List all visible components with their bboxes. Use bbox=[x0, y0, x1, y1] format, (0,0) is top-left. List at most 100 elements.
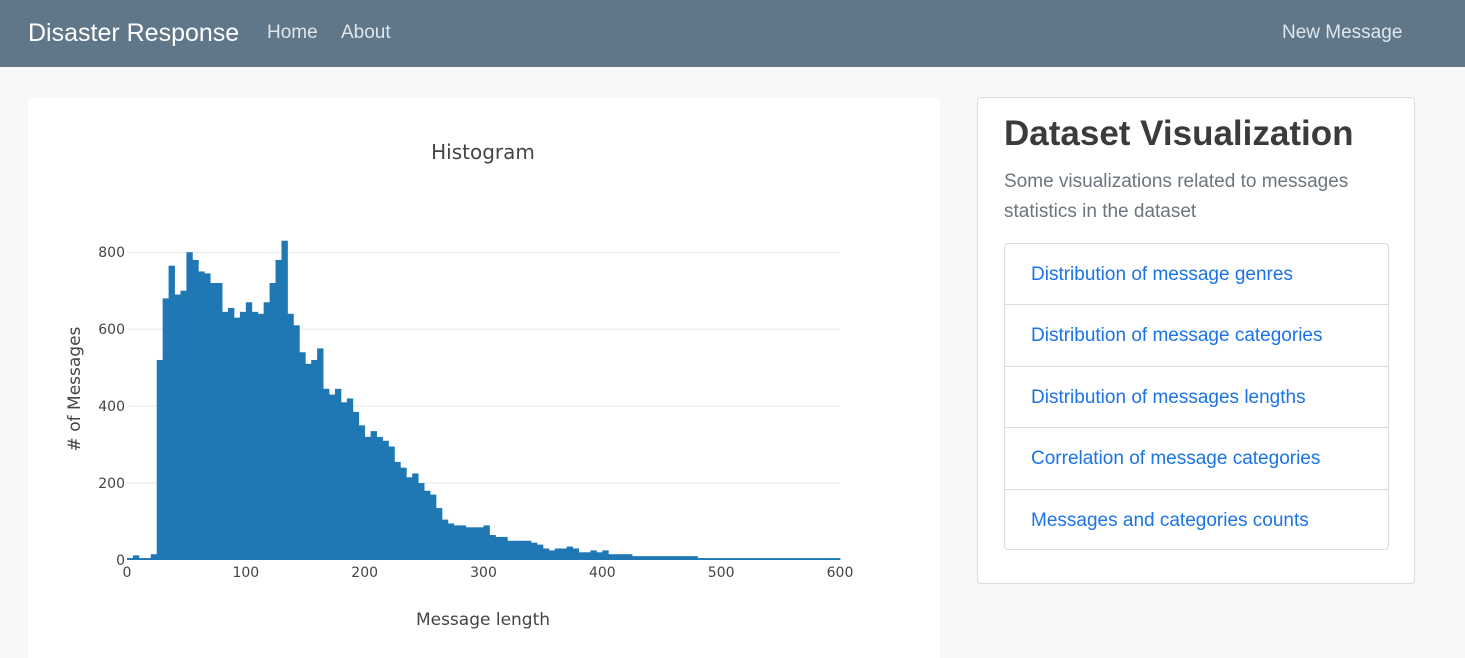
histogram-bar bbox=[204, 273, 211, 560]
y-tick-label: 400 bbox=[98, 399, 125, 415]
dataset-visualization-card: Dataset Visualization Some visualization… bbox=[977, 97, 1415, 584]
histogram-bar bbox=[572, 548, 579, 560]
histogram-bar bbox=[733, 558, 740, 560]
histogram-bar bbox=[263, 302, 270, 560]
card-title: Dataset Visualization bbox=[1004, 114, 1354, 153]
y-axis-title: # of Messages bbox=[65, 326, 85, 451]
histogram-bar bbox=[364, 436, 372, 560]
histogram-bar bbox=[424, 490, 431, 560]
histogram-bar bbox=[614, 554, 621, 560]
x-tick-label: 600 bbox=[827, 565, 854, 581]
nav-home-link[interactable]: Home bbox=[267, 22, 318, 44]
histogram-bar bbox=[637, 556, 645, 560]
list-item-categories[interactable]: Distribution of message categories bbox=[1005, 305, 1388, 367]
histogram-bar bbox=[709, 558, 716, 560]
histogram-bar bbox=[412, 473, 419, 560]
list-item-counts[interactable]: Messages and categories counts bbox=[1005, 490, 1388, 549]
histogram-bar bbox=[608, 554, 615, 560]
histogram-bar bbox=[519, 540, 526, 560]
histogram-bar bbox=[804, 558, 811, 560]
x-tick-label: 0 bbox=[123, 565, 132, 581]
list-item-genres[interactable]: Distribution of message genres bbox=[1005, 244, 1388, 306]
histogram-bar bbox=[233, 317, 241, 560]
histogram-bar bbox=[590, 550, 597, 560]
histogram-bar bbox=[548, 550, 556, 560]
histogram-bar bbox=[447, 523, 455, 560]
histogram-bar bbox=[507, 540, 514, 560]
histogram-bar bbox=[210, 283, 217, 560]
histogram-bar bbox=[186, 252, 193, 560]
histogram-bar bbox=[245, 302, 253, 560]
histogram-bar bbox=[756, 558, 764, 560]
list-item-lengths[interactable]: Distribution of messages lengths bbox=[1005, 367, 1388, 429]
histogram-bar bbox=[715, 558, 722, 560]
histogram-bar bbox=[127, 558, 134, 560]
histogram-bar bbox=[822, 558, 829, 560]
histogram-bar bbox=[394, 461, 401, 560]
histogram-bar bbox=[418, 483, 425, 560]
histogram-bar bbox=[727, 558, 734, 560]
histogram-bar bbox=[703, 558, 710, 560]
navbar: Disaster Response Home About New Message bbox=[0, 0, 1465, 67]
histogram-bar bbox=[554, 548, 562, 560]
histogram-bar bbox=[477, 527, 484, 560]
histogram-bar bbox=[435, 508, 443, 560]
histogram-bar bbox=[792, 558, 799, 560]
histogram-bar bbox=[531, 542, 538, 560]
histogram-bar bbox=[192, 259, 199, 560]
histogram-bar bbox=[323, 388, 330, 560]
histogram-bar bbox=[317, 348, 324, 560]
histogram-bar bbox=[566, 546, 574, 560]
card-subtitle: Some visualizations related to messages … bbox=[1004, 171, 1349, 222]
visualization-list: Distribution of message genres Distribut… bbox=[1004, 243, 1389, 550]
histogram-bar bbox=[334, 388, 342, 560]
histogram-bar bbox=[697, 558, 704, 560]
histogram-bar bbox=[269, 283, 276, 560]
histogram-bar bbox=[311, 359, 318, 560]
histogram-bar bbox=[168, 265, 175, 560]
histogram-bar bbox=[584, 552, 591, 560]
histogram-chart: 02004006008000 100 200 300 400 500 600 Histogr… bbox=[65, 140, 854, 630]
histogram-bar bbox=[180, 290, 187, 560]
histogram-bar bbox=[744, 558, 752, 560]
nav-about-link[interactable]: About bbox=[341, 22, 391, 44]
histogram-bar bbox=[138, 558, 146, 560]
histogram-bar bbox=[471, 527, 478, 560]
histogram-bar bbox=[382, 440, 389, 560]
histogram-bar bbox=[667, 556, 675, 560]
histogram-bar bbox=[685, 556, 692, 560]
histogram-bar bbox=[257, 313, 265, 560]
histogram-bar bbox=[768, 558, 776, 560]
histogram-bar bbox=[632, 556, 639, 560]
x-tick-label: 500 bbox=[708, 565, 735, 581]
histogram-bar bbox=[536, 544, 544, 560]
histogram-bar bbox=[578, 552, 585, 560]
histogram-bar bbox=[798, 558, 805, 560]
histogram-bar bbox=[489, 534, 496, 560]
histogram-bar bbox=[370, 431, 377, 560]
histogram-bar bbox=[287, 313, 294, 560]
histogram-bar bbox=[626, 554, 633, 560]
brand-link[interactable]: Disaster Response bbox=[28, 19, 239, 48]
list-item-correlation[interactable]: Correlation of message categories bbox=[1005, 428, 1388, 490]
histogram-bar bbox=[786, 558, 793, 560]
histogram-bar bbox=[750, 558, 758, 560]
histogram-bar bbox=[673, 556, 680, 560]
histogram-bar bbox=[780, 558, 787, 560]
histogram-bar bbox=[329, 394, 336, 560]
y-tick-label: 600 bbox=[98, 322, 125, 338]
histogram-bar bbox=[441, 519, 449, 560]
histogram-bar bbox=[495, 536, 502, 560]
histogram-bar bbox=[501, 536, 508, 560]
histogram-bar bbox=[596, 552, 603, 560]
histogram-bar bbox=[828, 558, 835, 560]
histogram-bar bbox=[156, 359, 164, 560]
nav-new-message-link[interactable]: New Message bbox=[1282, 22, 1402, 44]
histogram-bar bbox=[222, 311, 229, 560]
histogram-bar bbox=[388, 446, 395, 560]
histogram-bar bbox=[251, 311, 259, 560]
histogram-bar bbox=[228, 308, 235, 560]
x-axis-title: Message length bbox=[416, 610, 550, 630]
x-tick-label: 200 bbox=[351, 565, 378, 581]
histogram-bar bbox=[430, 494, 437, 560]
